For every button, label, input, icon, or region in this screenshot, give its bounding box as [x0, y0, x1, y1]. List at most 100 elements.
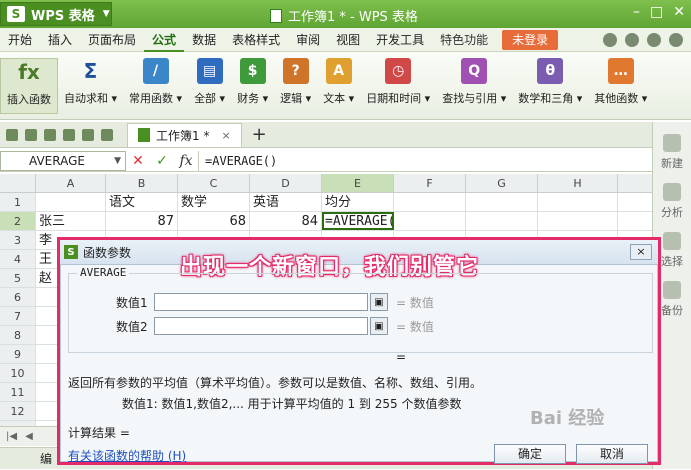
- cell[interactable]: 87: [106, 212, 178, 230]
- row-header[interactable]: 5: [0, 269, 36, 287]
- minimize-icon[interactable]: –: [633, 4, 640, 20]
- row-header[interactable]: 3: [0, 231, 36, 249]
- row-header[interactable]: 4: [0, 250, 36, 268]
- tab-workbook1[interactable]: 工作簿1 * ×: [127, 122, 242, 147]
- settings-icon[interactable]: [647, 32, 661, 47]
- ok-button[interactable]: 确定: [494, 444, 566, 464]
- menu-item-5[interactable]: 表格样式: [224, 28, 288, 52]
- cell[interactable]: 84: [250, 212, 322, 230]
- undo-icon[interactable]: [82, 128, 94, 141]
- row-header[interactable]: 9: [0, 345, 36, 363]
- confirm-formula-icon[interactable]: ✓: [150, 153, 174, 169]
- login-button[interactable]: 未登录: [502, 29, 559, 50]
- new-file-icon[interactable]: [6, 128, 18, 141]
- prev-sheet-icon[interactable]: ◀: [25, 431, 33, 442]
- column-header[interactable]: A: [36, 174, 106, 192]
- cell[interactable]: [466, 212, 538, 230]
- column-header[interactable]: G: [466, 174, 538, 192]
- ribbon-button-10[interactable]: … 其他函数 ▾: [588, 58, 653, 114]
- ribbon-button-6[interactable]: A 文本 ▾: [317, 58, 360, 114]
- menu-item-0[interactable]: 开始: [0, 28, 40, 52]
- app-menu-button[interactable]: S WPS 表格 ▼: [0, 2, 112, 26]
- ribbon-button-1[interactable]: Σ 自动求和 ▾: [58, 58, 123, 114]
- cell[interactable]: 均分: [322, 193, 394, 211]
- column-header[interactable]: D: [250, 174, 322, 192]
- cell[interactable]: 68: [178, 212, 250, 230]
- first-sheet-icon[interactable]: |◀: [6, 431, 17, 442]
- row-header[interactable]: 11: [0, 383, 36, 401]
- row-header[interactable]: 7: [0, 307, 36, 325]
- number1-input[interactable]: [154, 293, 368, 311]
- row-header[interactable]: 10: [0, 364, 36, 382]
- close-icon[interactable]: ✕: [673, 4, 685, 20]
- row-header[interactable]: 12: [0, 402, 36, 420]
- print-preview-icon[interactable]: [44, 128, 56, 141]
- sidebar-icon: [663, 281, 681, 299]
- cell[interactable]: [538, 212, 618, 230]
- skin-icon[interactable]: [625, 32, 639, 47]
- collapse-ribbon-icon[interactable]: [669, 32, 683, 47]
- menu-item-4[interactable]: 数据: [184, 28, 224, 52]
- print-icon[interactable]: [63, 128, 75, 141]
- menu-item-6[interactable]: 审阅: [288, 28, 328, 52]
- cell[interactable]: [538, 193, 618, 211]
- sidebar-item-0[interactable]: 新建: [653, 134, 691, 171]
- cell[interactable]: [466, 193, 538, 211]
- number2-input[interactable]: [154, 317, 368, 335]
- ribbon-button-2[interactable]: / 常用函数 ▾: [123, 58, 188, 114]
- menu-item-2[interactable]: 页面布局: [80, 28, 144, 52]
- menu-item-1[interactable]: 插入: [40, 28, 80, 52]
- cell[interactable]: 英语: [250, 193, 322, 211]
- ribbon-button-4[interactable]: $ 财务 ▾: [231, 58, 274, 114]
- insert-function-icon[interactable]: fx: [174, 153, 198, 169]
- cell[interactable]: 张三: [36, 212, 106, 230]
- collapse-dialog-icon[interactable]: ▣: [370, 293, 388, 311]
- column-header[interactable]: H: [538, 174, 618, 192]
- cell[interactable]: [36, 193, 106, 211]
- select-all-corner[interactable]: [0, 174, 36, 192]
- function-help-link[interactable]: 有关该函数的帮助 (H): [68, 447, 186, 464]
- column-header[interactable]: B: [106, 174, 178, 192]
- menu-item-3[interactable]: 公式: [144, 28, 185, 52]
- formula-input[interactable]: =AVERAGE(): [198, 150, 652, 171]
- ribbon-button-8[interactable]: Q 查找与引用 ▾: [436, 58, 512, 114]
- menu-item-8[interactable]: 开发工具: [368, 28, 432, 52]
- dialog-close-button[interactable]: ×: [630, 244, 652, 260]
- ribbon-label: 日期和时间 ▾: [366, 92, 431, 105]
- column-header[interactable]: E: [322, 174, 394, 192]
- column-header[interactable]: F: [394, 174, 466, 192]
- document-tab-bar: 工作簿1 * × +: [0, 122, 652, 148]
- ribbon-button-5[interactable]: ? 逻辑 ▾: [274, 58, 317, 114]
- maximize-icon[interactable]: □: [650, 4, 663, 20]
- cell[interactable]: 语文: [106, 193, 178, 211]
- tab-close-icon[interactable]: ×: [221, 129, 230, 142]
- cell[interactable]: =AVERAGE(): [322, 212, 394, 230]
- column-header[interactable]: C: [178, 174, 250, 192]
- new-tab-button[interactable]: +: [252, 124, 267, 145]
- cell[interactable]: [394, 212, 466, 230]
- row-header[interactable]: 1: [0, 193, 36, 211]
- row-header[interactable]: 6: [0, 288, 36, 306]
- ribbon-button-7[interactable]: ◷ 日期和时间 ▾: [360, 58, 436, 114]
- sidebar-item-1[interactable]: 分析: [653, 183, 691, 220]
- redo-icon[interactable]: [101, 128, 113, 141]
- cancel-formula-icon[interactable]: ✕: [126, 153, 150, 169]
- formula-result-eq: =: [396, 350, 407, 364]
- row-header[interactable]: 2: [0, 212, 36, 230]
- ribbon-button-9[interactable]: θ 数学和三角 ▾: [512, 58, 588, 114]
- argument-row-1: 数值1 ▣ = 数值: [116, 293, 434, 311]
- menu-item-9[interactable]: 特色功能: [432, 28, 496, 52]
- help-icon[interactable]: [603, 32, 617, 47]
- row-header[interactable]: 8: [0, 326, 36, 344]
- cancel-button[interactable]: 取消: [576, 444, 648, 464]
- save-icon[interactable]: [25, 128, 37, 141]
- ribbon-button-0[interactable]: fx 插入函数: [0, 58, 58, 114]
- argument-help: 数值1: 数值1,数值2,... 用于计算平均值的 1 到 255 个数值参数: [122, 397, 462, 411]
- menu-item-7[interactable]: 视图: [328, 28, 368, 52]
- name-box[interactable]: AVERAGE ▼: [0, 150, 126, 171]
- ribbon-button-3[interactable]: ▤ 全部 ▾: [188, 58, 231, 114]
- chevron-down-icon[interactable]: ▼: [114, 152, 121, 170]
- collapse-dialog-icon[interactable]: ▣: [370, 317, 388, 335]
- cell[interactable]: 数学: [178, 193, 250, 211]
- cell[interactable]: [394, 193, 466, 211]
